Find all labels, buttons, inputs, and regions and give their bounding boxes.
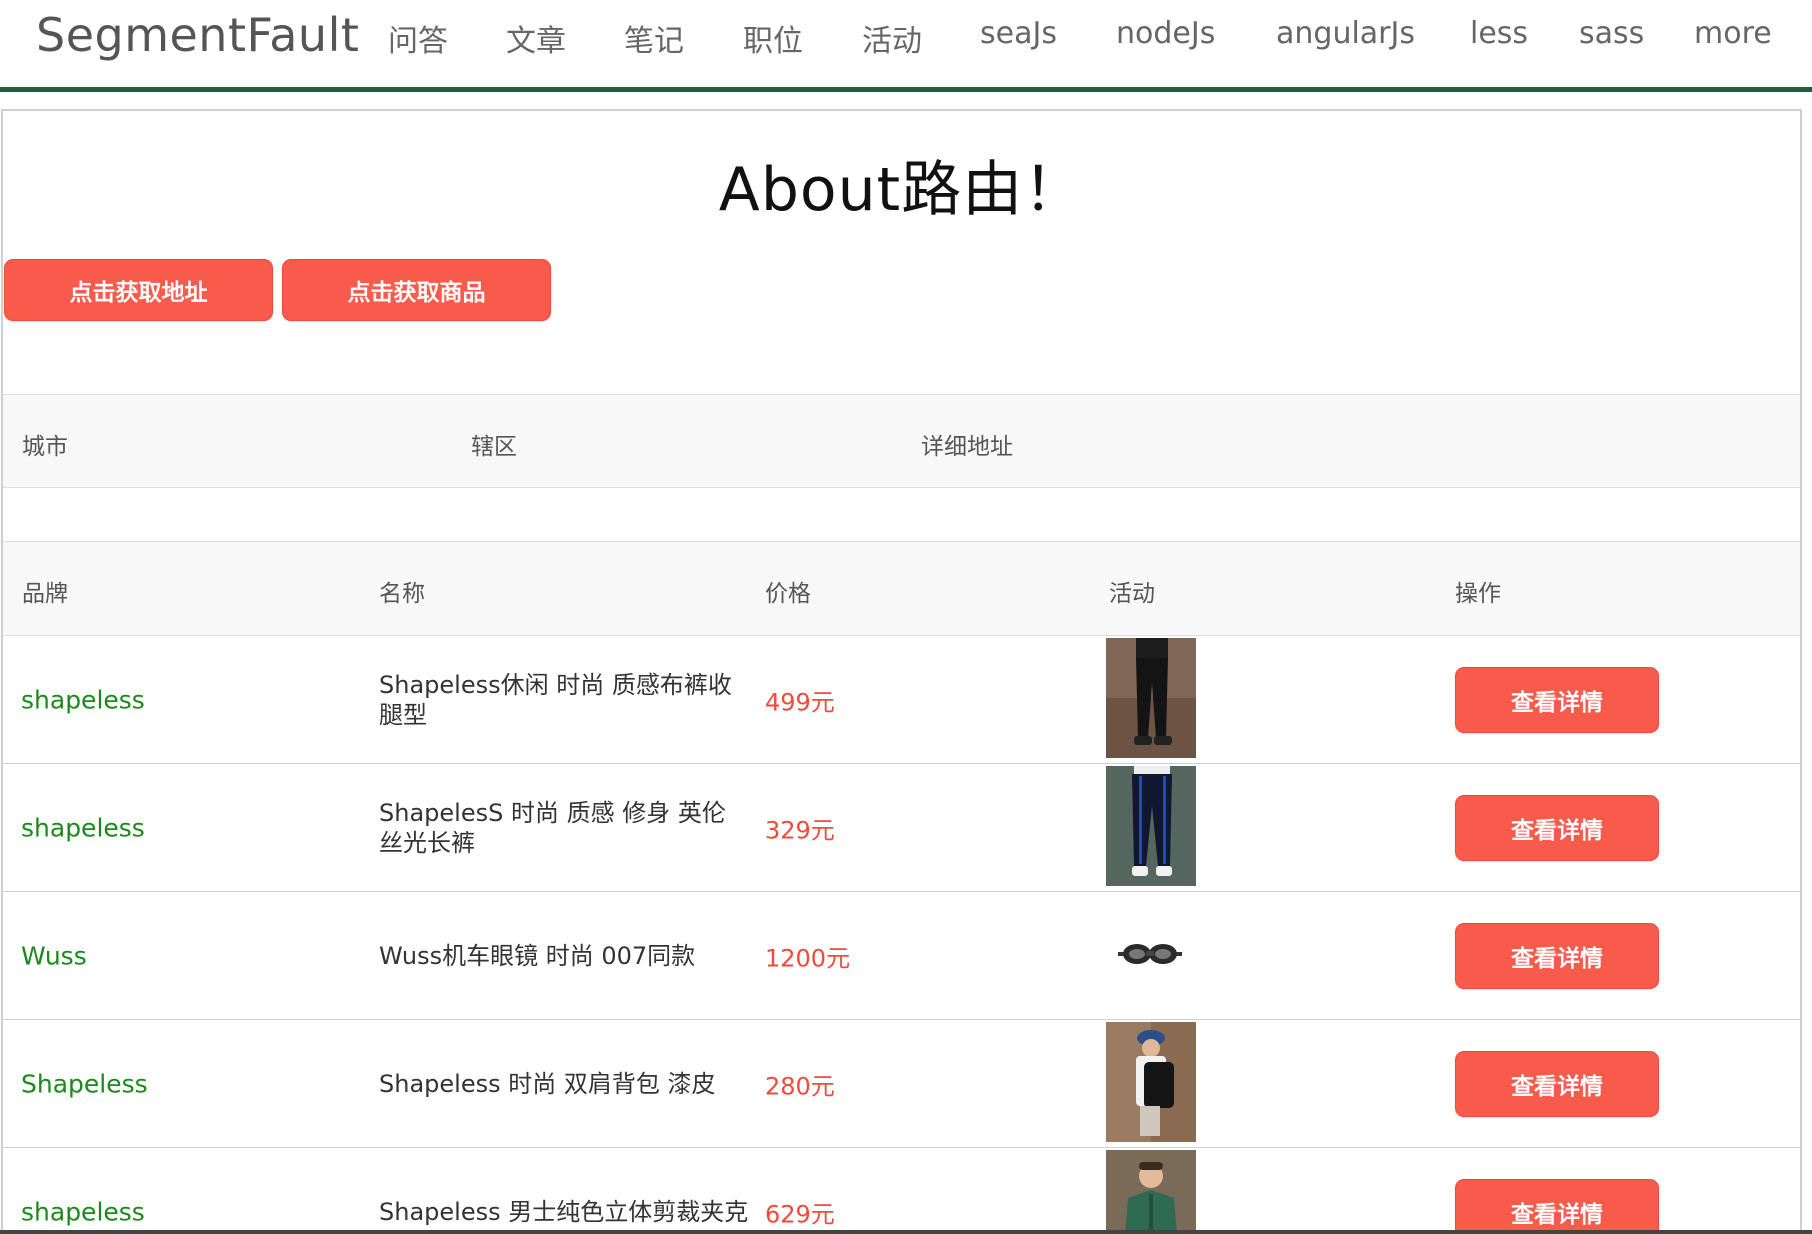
table-row: shapeless Shapeless休闲 时尚 质感布裤收腿型 499元 查看…: [3, 636, 1800, 764]
nav-item-articles[interactable]: 文章: [506, 16, 566, 60]
get-address-button[interactable]: 点击获取地址: [4, 259, 273, 321]
product-name-cell: Shapeless 男士纯色立体剪裁夹克: [379, 1197, 749, 1226]
top-nav: SegmentFault 问答 文章 笔记 职位 活动 seaJs nodeJs…: [0, 0, 1812, 92]
brand-cell: Wuss: [21, 941, 87, 970]
col-header-district: 辖区: [471, 434, 517, 460]
nav-item-notes[interactable]: 笔记: [624, 16, 684, 60]
brand-cell: shapeless: [21, 685, 145, 714]
product-name-cell: ShapelesS 时尚 质感 修身 英伦丝光长裤: [379, 798, 726, 857]
get-goods-button[interactable]: 点击获取商品: [282, 259, 551, 321]
brand-cell: shapeless: [21, 813, 145, 842]
product-name-cell: Shapeless休闲 时尚 质感布裤收腿型: [379, 670, 732, 729]
nav-item-nodejs[interactable]: nodeJs: [1116, 16, 1215, 51]
view-details-button[interactable]: 查看详情: [1455, 667, 1659, 733]
window-bottom-edge: [0, 1230, 1812, 1234]
product-name-cell: Shapeless 时尚 双肩背包 漆皮: [379, 1069, 716, 1098]
address-table-body: [3, 488, 1800, 542]
address-table-header: 城市 辖区 详细地址: [3, 394, 1800, 488]
view-details-button[interactable]: 查看详情: [1455, 923, 1659, 989]
brand-cell: Shapeless: [21, 1069, 148, 1098]
goods-table-header: 品牌 名称 价格 活动 操作: [3, 542, 1800, 636]
col-header-activity: 活动: [1109, 581, 1155, 607]
table-row: Wuss Wuss机车眼镜 时尚 007同款 1200元 查看详情: [3, 892, 1800, 1020]
nav-item-more[interactable]: more: [1694, 16, 1772, 51]
site-logo[interactable]: SegmentFault: [36, 8, 359, 62]
brand-cell: shapeless: [21, 1197, 145, 1226]
price-cell: 499元: [765, 688, 835, 716]
page-title: About路由！: [718, 155, 1085, 225]
main-panel: About路由！ 点击获取地址 点击获取商品 城市 辖区 详细地址 品牌 名称 …: [1, 109, 1802, 1234]
col-header-brand: 品牌: [22, 581, 68, 607]
product-image-black-pants[interactable]: [1106, 638, 1196, 758]
nav-item-events[interactable]: 活动: [862, 16, 922, 60]
product-image-backpack-model[interactable]: [1106, 1022, 1196, 1142]
nav-item-seajs[interactable]: seaJs: [980, 16, 1057, 51]
nav-item-angularjs[interactable]: angularJs: [1276, 16, 1415, 51]
price-cell: 280元: [765, 1072, 835, 1100]
table-row: shapeless ShapelesS 时尚 质感 修身 英伦丝光长裤 329元…: [3, 764, 1800, 892]
table-row: shapeless Shapeless 男士纯色立体剪裁夹克 629元 查看详情: [3, 1148, 1800, 1234]
col-header-price: 价格: [765, 581, 811, 607]
col-header-detail-address: 详细地址: [921, 434, 1013, 460]
price-cell: 629元: [765, 1200, 835, 1228]
product-image-moto-goggles[interactable]: [1106, 894, 1196, 1014]
price-cell: 1200元: [765, 944, 851, 972]
col-header-action: 操作: [1455, 581, 1501, 607]
product-name-cell: Wuss机车眼镜 时尚 007同款: [379, 941, 696, 970]
nav-item-sass[interactable]: sass: [1579, 16, 1644, 51]
nav-item-jobs[interactable]: 职位: [743, 16, 803, 60]
price-cell: 329元: [765, 816, 835, 844]
nav-item-less[interactable]: less: [1470, 16, 1528, 51]
product-image-striped-pants[interactable]: [1106, 766, 1196, 886]
nav-item-questions[interactable]: 问答: [388, 16, 448, 60]
nav-menu: 问答 文章 笔记 职位 活动 seaJs nodeJs angularJs le…: [360, 0, 1812, 80]
product-image-green-jacket-model[interactable]: [1106, 1150, 1196, 1234]
view-details-button[interactable]: 查看详情: [1455, 1179, 1659, 1234]
table-row: Shapeless Shapeless 时尚 双肩背包 漆皮 280元 查看详情: [3, 1020, 1800, 1148]
view-details-button[interactable]: 查看详情: [1455, 795, 1659, 861]
col-header-city: 城市: [22, 434, 68, 460]
col-header-name: 名称: [379, 581, 425, 607]
view-details-button[interactable]: 查看详情: [1455, 1051, 1659, 1117]
